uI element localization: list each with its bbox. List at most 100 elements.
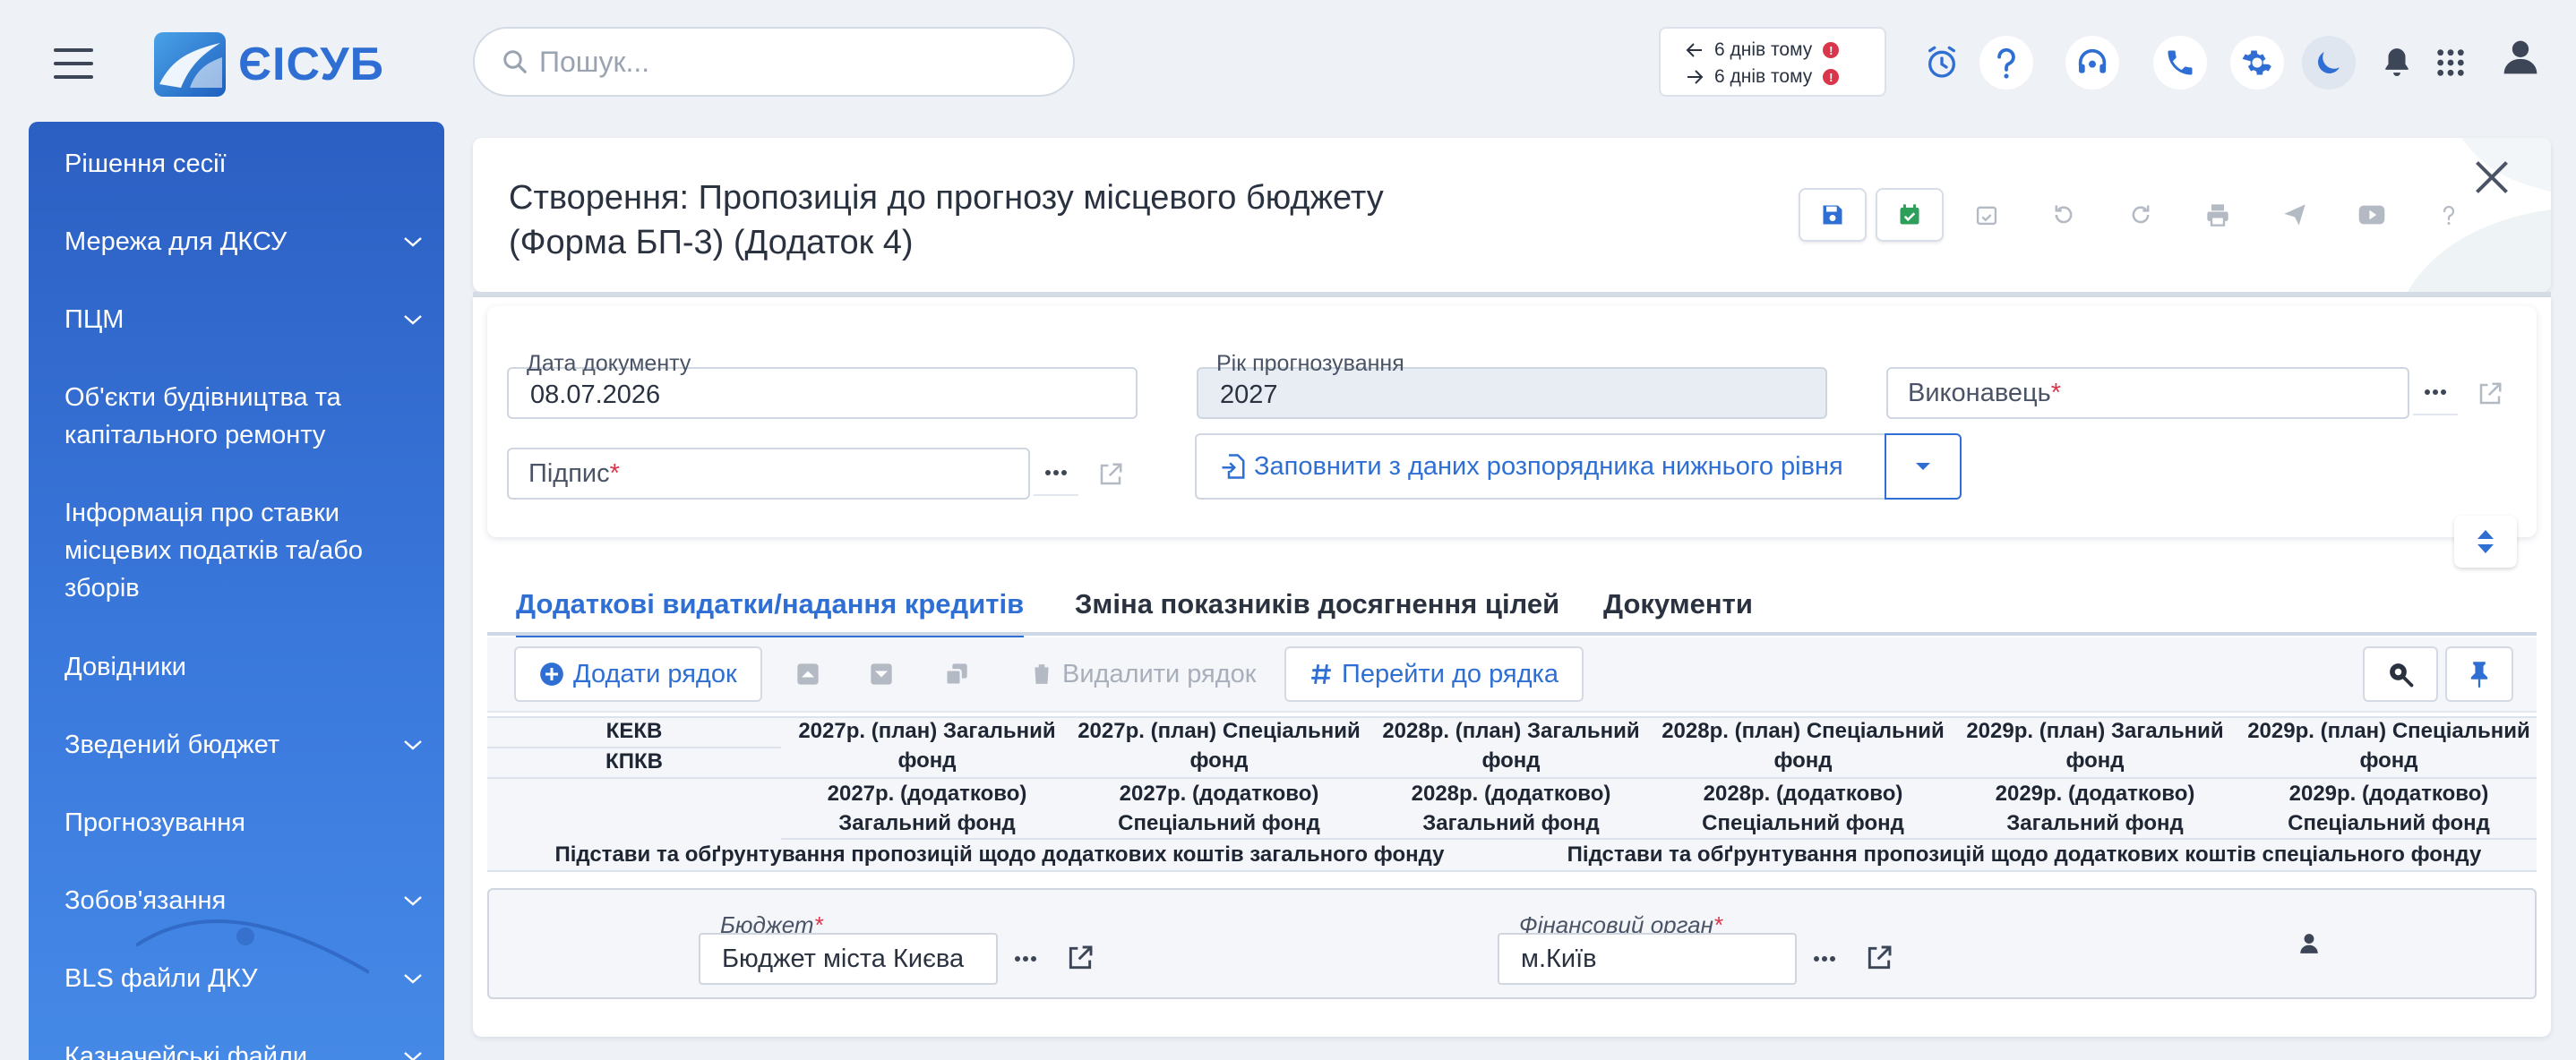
user-icon <box>2300 934 2318 953</box>
arrow-left-icon <box>1686 43 1702 57</box>
financial-body-select-button[interactable] <box>1802 936 1847 981</box>
question-icon <box>2443 205 2455 225</box>
budget-open-button[interactable] <box>1062 940 1098 976</box>
executor-label: Виконавець * <box>1908 378 2062 407</box>
budget-select-button[interactable] <box>1003 936 1048 981</box>
tab-goal-indicators[interactable]: Зміна показників досягнення цілей <box>1075 573 1559 636</box>
grid-search-button[interactable] <box>2363 646 2438 702</box>
tabs: Додаткові видатки/надання кредитів Зміна… <box>487 573 2537 639</box>
sidebar-item-label: Прогнозування <box>64 808 245 837</box>
sidebar-item-dksu-network[interactable]: Мережа для ДКСУ <box>64 223 423 261</box>
sidebar-item-consolidated-budget[interactable]: Зведений бюджет <box>64 726 423 764</box>
arrow-right-icon <box>1687 70 1704 84</box>
sidebar-item-forecasting[interactable]: Прогнозування <box>64 804 423 842</box>
column-header-plan-2029-general: 2029р. (план) Загальний фонд <box>1966 719 2224 773</box>
row-user-button[interactable] <box>2291 926 2327 962</box>
more-dots-icon <box>2425 389 2446 395</box>
column-header-plan-2027-special: 2027р. (план) Спеціальний фонд <box>1078 719 1361 773</box>
column-header-plan-2028-special: 2028р. (план) Спеціальний фонд <box>1662 719 1945 773</box>
file-import-icon <box>1222 454 1245 479</box>
fill-from-subordinate-button[interactable]: Заповнити з даних розпорядника нижнього … <box>1195 433 1886 500</box>
sidebar-item-bls-files[interactable]: BLS файли ДКУ <box>64 960 423 997</box>
history-forward-label: 6 днів тому <box>1714 66 1813 87</box>
move-up-button[interactable] <box>786 654 829 695</box>
column-header-extra-2028-general: 2028р. (додатково) Загальний фонд <box>1411 782 1611 835</box>
support-button[interactable] <box>2065 36 2119 90</box>
add-row-button[interactable]: Додати рядок <box>514 646 762 702</box>
financial-body-field[interactable]: м.Київ <box>1498 933 1797 985</box>
signature-field[interactable]: Підпис * <box>507 448 1030 500</box>
sidebar-item-pcm[interactable]: ПЦМ <box>64 301 423 338</box>
history-back-badge: ! <box>1823 42 1840 58</box>
close-button[interactable] <box>2472 158 2512 197</box>
executor-field[interactable]: Виконавець * <box>1886 367 2409 419</box>
approve-button[interactable] <box>1953 188 2021 242</box>
redo-icon <box>2132 205 2150 224</box>
help-button[interactable] <box>1979 36 2033 90</box>
goto-row-button[interactable]: Перейти до рядка <box>1284 646 1584 702</box>
fill-options-dropdown[interactable] <box>1885 433 1962 500</box>
financial-body-open-button[interactable] <box>1861 940 1897 976</box>
signature-label: Підпис * <box>528 458 620 488</box>
send-button[interactable] <box>2261 188 2329 242</box>
sidebar-item-label: ПЦМ <box>64 305 125 334</box>
sidebar-item-local-tax-rates[interactable]: Інформація про ставки місцевих податків … <box>64 494 423 607</box>
user-menu-button[interactable] <box>2494 30 2547 84</box>
print-button[interactable] <box>2184 188 2252 242</box>
goto-row-label: Перейти до рядка <box>1342 659 1558 688</box>
history-back-button[interactable]: 6 днів тому ! <box>1686 39 1840 61</box>
column-header-plan-2028-general: 2028р. (план) Загальний фонд <box>1382 719 1640 773</box>
signature-open-button[interactable] <box>1093 457 1129 492</box>
theme-toggle-button[interactable] <box>2302 36 2356 90</box>
sidebar-item-treasury-files[interactable]: Казначейські файли <box>64 1038 423 1060</box>
toggle-form-button[interactable] <box>2454 516 2517 568</box>
apps-button[interactable] <box>2424 36 2477 90</box>
sidebar-item-references[interactable]: Довідники <box>64 648 423 686</box>
external-link-icon <box>1100 463 1122 485</box>
phone-button[interactable] <box>2153 36 2207 90</box>
sidebar-item-session-decisions[interactable]: Рішення сесії <box>64 145 423 183</box>
tab-documents[interactable]: Документи <box>1603 573 1753 636</box>
notifications-button[interactable] <box>2370 36 2424 90</box>
external-link-icon <box>1868 945 1892 970</box>
sidebar: Рішення сесії Мережа для ДКСУ ПЦМ Об'єкт… <box>29 122 444 1060</box>
budget-field[interactable]: Бюджет міста Києва <box>699 933 998 985</box>
trash-icon <box>1033 664 1051 684</box>
video-button[interactable] <box>2338 188 2406 242</box>
square-caret-down-icon <box>871 663 892 685</box>
alarm-clock-button[interactable] <box>1915 36 1969 90</box>
save-button[interactable] <box>1799 188 1867 242</box>
forecast-year-label: Рік прогнозування <box>1216 351 1404 376</box>
executor-select-button[interactable] <box>2413 371 2458 415</box>
undo-button[interactable] <box>2030 188 2098 242</box>
bell-icon <box>2385 48 2409 77</box>
video-play-icon <box>2358 205 2385 225</box>
square-caret-up-icon <box>797 663 819 685</box>
external-link-icon <box>2479 382 2502 405</box>
menu-toggle-button[interactable] <box>54 48 93 79</box>
pin-button[interactable] <box>2445 646 2513 702</box>
copy-row-button[interactable] <box>935 654 978 695</box>
history-forward-button[interactable]: 6 днів тому ! <box>1686 66 1840 88</box>
column-header-plan-2029-special: 2029р. (план) Спеціальний фонд <box>2247 719 2530 773</box>
sidebar-item-label: Рішення сесії <box>64 150 227 178</box>
app-logo[interactable]: ЄІСУБ <box>154 32 384 97</box>
save-and-close-button[interactable] <box>1876 188 1944 242</box>
document-date-field[interactable]: Дата документу 08.07.2026 <box>507 351 1138 419</box>
brand-name: ЄІСУБ <box>238 38 385 90</box>
column-header-extra-2028-special: 2028р. (додатково) Спеціальний фонд <box>1702 782 1904 835</box>
document-date-label: Дата документу <box>527 351 691 376</box>
search-box[interactable] <box>473 27 1075 97</box>
redo-button[interactable] <box>2107 188 2175 242</box>
sidebar-item-construction-objects[interactable]: Об'єкти будівництва та капітального ремо… <box>64 379 423 454</box>
sidebar-item-obligations[interactable]: Зобов'язання <box>64 882 423 919</box>
signature-select-button[interactable] <box>1034 451 1078 496</box>
search-input[interactable] <box>539 45 1041 79</box>
executor-open-button[interactable] <box>2472 376 2508 412</box>
phone-icon <box>2168 50 2193 75</box>
tab-additional-expenses[interactable]: Додаткові видатки/надання кредитів <box>516 573 1025 639</box>
sidebar-item-label: Казначейські файли <box>64 1042 308 1060</box>
delete-row-button[interactable]: Видалити рядок <box>1012 646 1275 702</box>
move-down-button[interactable] <box>860 654 903 695</box>
settings-button[interactable] <box>2230 36 2284 90</box>
